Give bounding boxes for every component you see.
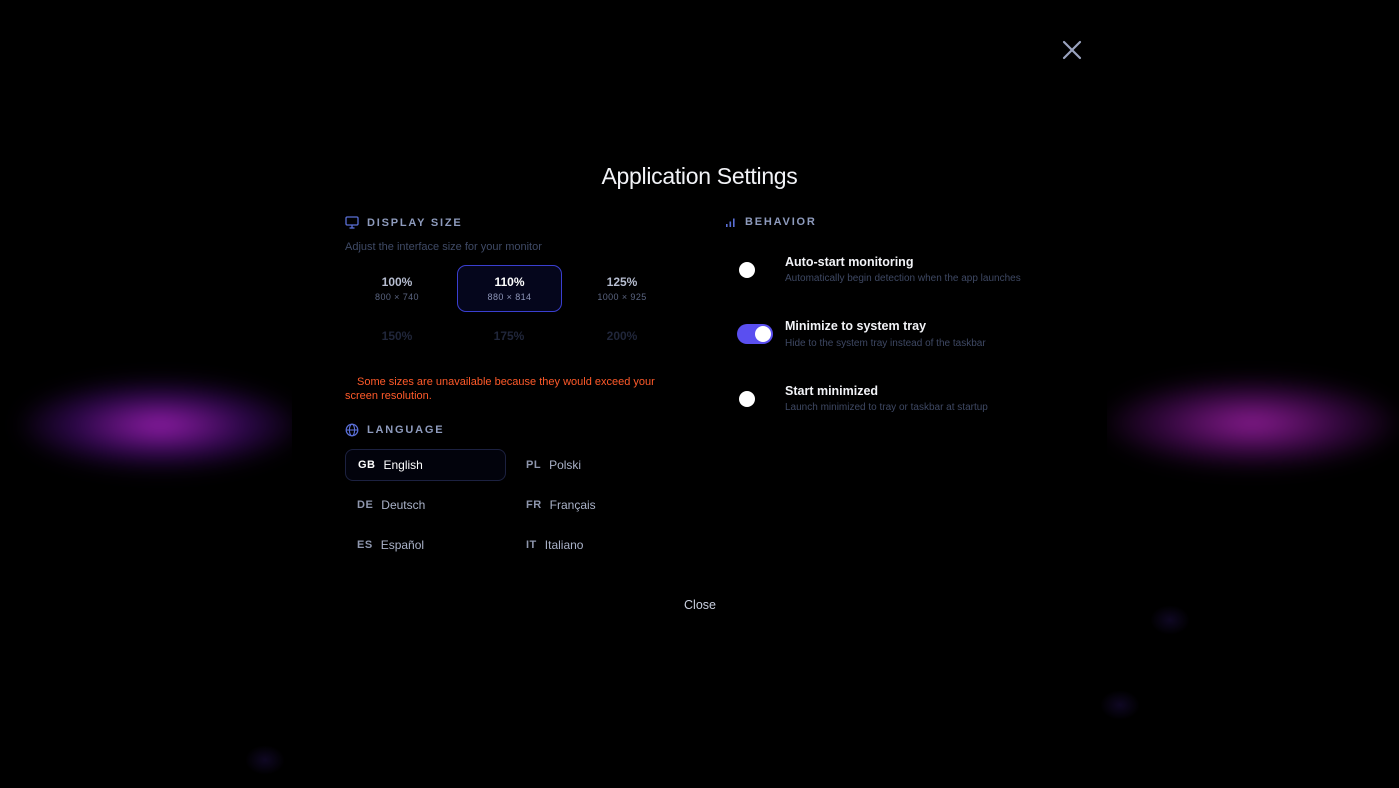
signal-bars-icon — [724, 216, 737, 228]
behavior-heading-label: BEHAVIOR — [745, 216, 817, 228]
size-option-percent: 200% — [606, 329, 638, 343]
size-option-percent: 150% — [381, 329, 413, 343]
dialog-title: Application Settings — [601, 163, 798, 189]
auto-start-description: Automatically begin detection when the a… — [785, 273, 1021, 284]
size-option-percent: 100% — [381, 274, 413, 289]
start-minimized-toggle[interactable] — [737, 389, 773, 409]
size-option-125[interactable]: 125% 1000 × 925 — [570, 265, 674, 311]
language-name: Deutsch — [381, 498, 426, 512]
size-warning-text: Some sizes are unavailable because they … — [345, 376, 655, 402]
size-option-175: 175% — [457, 320, 561, 352]
language-code: PL — [526, 459, 542, 471]
language-heading: LANGUAGE — [345, 423, 444, 437]
minimize-to-tray-toggle[interactable] — [737, 324, 773, 344]
language-code: DE — [357, 499, 374, 511]
display-size-description: Adjust the interface size for your monit… — [345, 241, 542, 253]
size-option-resolution: 800 × 740 — [375, 291, 419, 302]
behavior-heading: BEHAVIOR — [724, 216, 817, 228]
settings-overlay: Application Settings DISPLAY SIZE Adjust… — [0, 0, 1399, 788]
language-heading-label: LANGUAGE — [367, 424, 445, 436]
language-code: FR — [526, 499, 542, 511]
auto-start-title: Auto-start monitoring — [785, 255, 914, 269]
size-option-percent: 175% — [493, 329, 525, 343]
minimize-to-tray-description: Hide to the system tray instead of the t… — [785, 338, 986, 349]
start-minimized-description: Launch minimized to tray or taskbar at s… — [785, 402, 988, 413]
language-code: ES — [357, 539, 373, 551]
start-minimized-title: Start minimized — [785, 384, 879, 398]
globe-icon — [345, 423, 359, 437]
toggle-knob — [739, 262, 755, 278]
toggle-knob — [755, 326, 771, 342]
background-glow-right — [1105, 378, 1399, 468]
close-button[interactable]: Close — [660, 594, 740, 616]
monitor-icon — [345, 216, 359, 229]
size-warning: Some sizes are unavailable because they … — [345, 375, 675, 403]
size-option-percent: 110% — [494, 275, 525, 289]
background-glow-dot — [1150, 605, 1190, 635]
language-option-polski[interactable]: PL Polski — [514, 449, 675, 481]
language-option-francais[interactable]: FR Français — [514, 489, 675, 521]
language-option-deutsch[interactable]: DE Deutsch — [345, 489, 506, 521]
language-option-english[interactable]: GB English — [345, 449, 506, 481]
size-option-150: 150% — [345, 320, 449, 352]
size-option-100[interactable]: 100% 800 × 740 — [345, 265, 449, 311]
size-option-resolution: 880 × 814 — [487, 292, 532, 302]
language-name: English — [383, 458, 423, 472]
size-option-110[interactable]: 110% 880 × 814 — [457, 265, 562, 312]
minimize-to-tray-title: Minimize to system tray — [785, 319, 927, 333]
background-glow-dot — [1100, 690, 1140, 720]
background-glow-left — [20, 380, 300, 470]
size-option-percent: 125% — [606, 274, 638, 289]
close-icon[interactable] — [1058, 36, 1086, 64]
display-size-heading: DISPLAY SIZE — [345, 216, 463, 229]
toggle-knob — [739, 391, 755, 407]
language-code: GB — [358, 459, 376, 471]
language-option-espanol[interactable]: ES Español — [345, 529, 506, 561]
language-name: Polski — [549, 458, 582, 472]
background-glow-dot — [245, 745, 285, 775]
language-name: Italiano — [544, 538, 584, 552]
auto-start-toggle[interactable] — [737, 260, 773, 280]
display-size-heading-label: DISPLAY SIZE — [367, 216, 463, 229]
language-option-italiano[interactable]: IT Italiano — [514, 529, 675, 561]
language-name: Français — [549, 498, 596, 512]
language-code: IT — [526, 539, 537, 551]
size-option-200: 200% — [570, 320, 674, 352]
size-option-resolution: 1000 × 925 — [597, 291, 647, 302]
language-name: Español — [380, 538, 425, 552]
